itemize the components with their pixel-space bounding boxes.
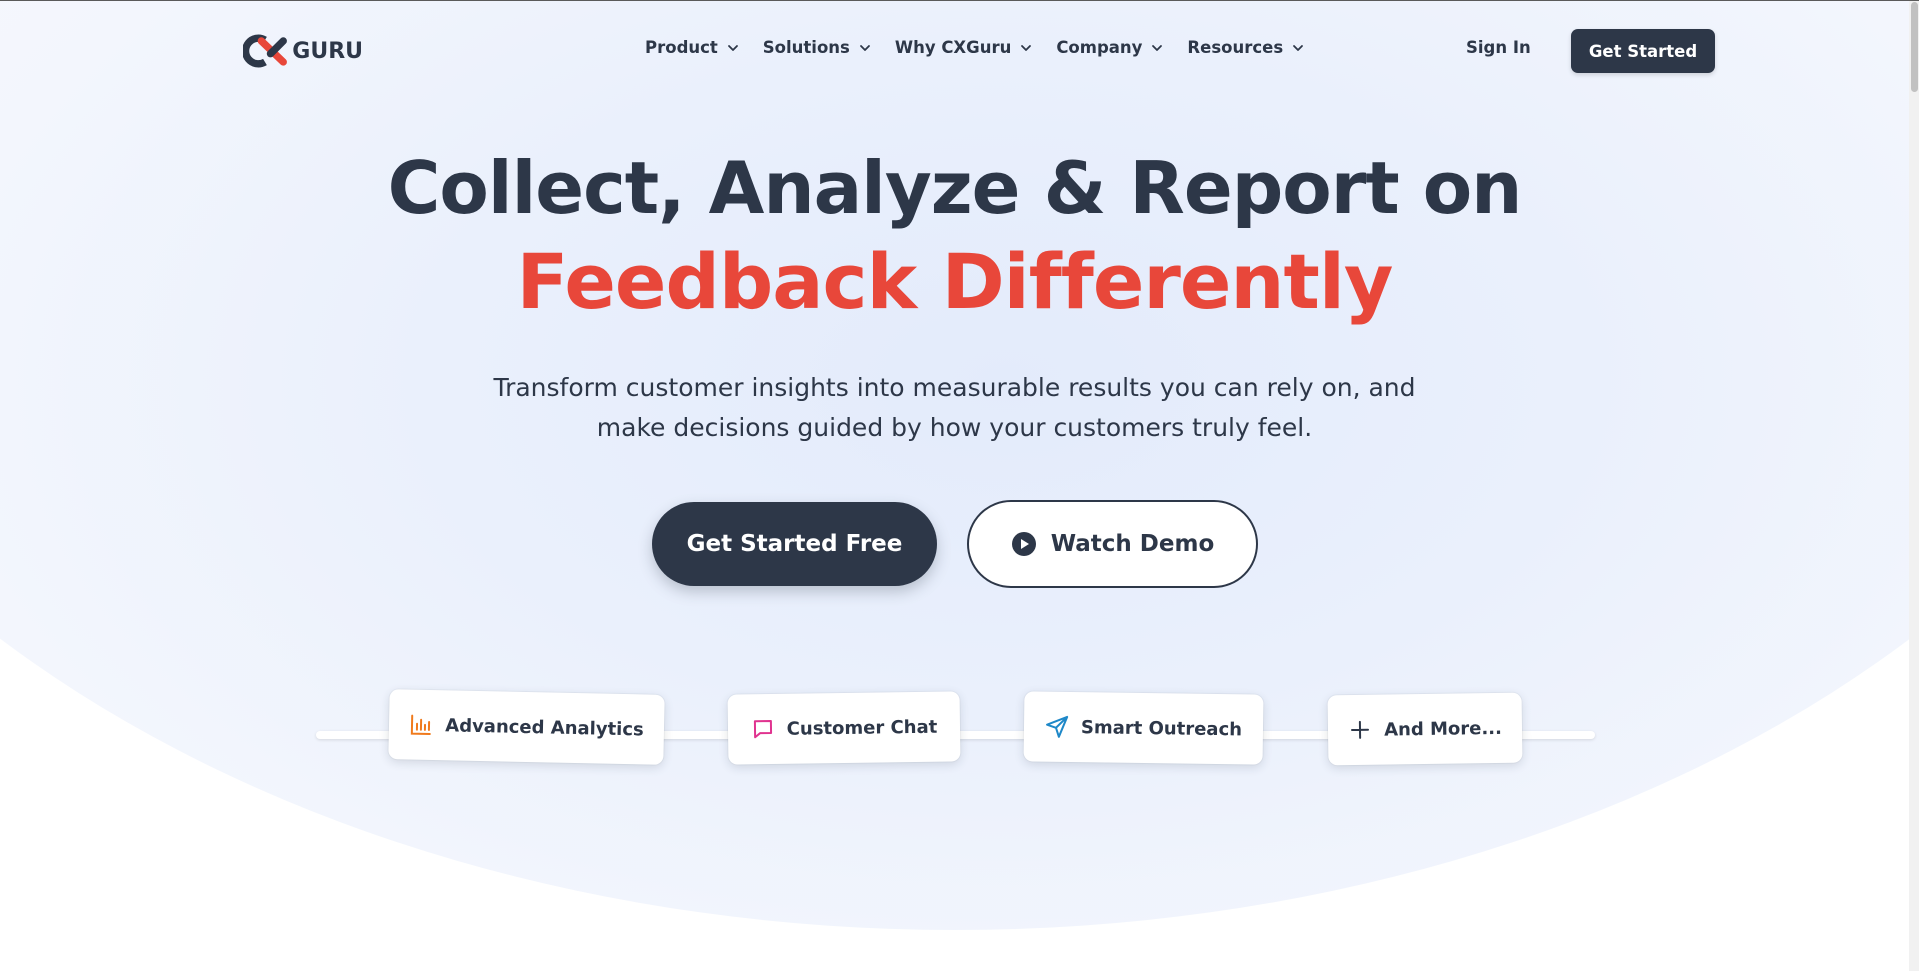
chevron-down-icon <box>859 44 870 51</box>
chevron-down-icon <box>1021 44 1032 51</box>
nav-item-label: Resources <box>1187 38 1284 57</box>
feature-chip-label: Smart Outreach <box>1080 716 1243 740</box>
nav-item-label: Why CXGuru <box>894 38 1012 57</box>
feature-chip-advanced-analytics[interactable]: Advanced Analytics <box>388 689 665 765</box>
play-icon <box>1011 532 1036 556</box>
cx-logo-mark-icon <box>243 34 287 68</box>
logo-text: GURU <box>292 38 363 64</box>
nav-item-label: Solutions <box>762 38 850 57</box>
chevron-down-icon <box>1293 44 1304 51</box>
watch-demo-button[interactable]: Watch Demo <box>967 500 1258 588</box>
nav-item-label: Company <box>1056 38 1143 57</box>
get-started-button[interactable]: Get Started <box>1571 29 1715 73</box>
feature-chip-label: And More... <box>1383 717 1503 741</box>
nav-item-label: Product <box>645 38 718 57</box>
feature-chip-smart-outreach[interactable]: Smart Outreach <box>1023 691 1264 765</box>
send-icon <box>1046 715 1069 738</box>
chat-bubble-icon <box>753 720 772 739</box>
plus-icon <box>1351 720 1370 739</box>
site-header: GURU Product Solutions Why CXGuru Compan… <box>0 0 1909 100</box>
feature-chip-and-more[interactable]: And More... <box>1327 692 1523 766</box>
nav-item-company[interactable]: Company <box>1056 38 1164 57</box>
scrollbar-thumb[interactable] <box>1911 2 1918 92</box>
vertical-scrollbar[interactable] <box>1909 0 1919 971</box>
nav-item-solutions[interactable]: Solutions <box>763 38 872 57</box>
chevron-down-icon <box>1152 44 1163 51</box>
window-top-border <box>0 0 1919 1</box>
cxguru-logo[interactable]: GURU <box>243 30 363 72</box>
chevron-down-icon <box>727 44 738 51</box>
watch-demo-label: Watch Demo <box>1050 531 1215 557</box>
bar-chart-icon <box>411 714 432 735</box>
hero-background <box>0 0 1909 930</box>
hero-title-line2: Feedback Differently <box>516 237 1394 326</box>
hero-subtitle-line2: make decisions guided by how your custom… <box>596 413 1313 442</box>
sign-in-link[interactable]: Sign In <box>1466 38 1531 57</box>
feature-chip-label: Customer Chat <box>786 716 938 740</box>
get-started-free-button[interactable]: Get Started Free <box>652 502 937 586</box>
nav-item-why-cxguru[interactable]: Why CXGuru <box>895 38 1033 57</box>
nav-item-resources[interactable]: Resources <box>1187 38 1305 57</box>
main-nav: Product Solutions Why CXGuru Company Res… <box>645 38 1328 57</box>
feature-chip-label: Advanced Analytics <box>445 714 644 740</box>
hero-subtitle-line1: Transform customer insights into measura… <box>493 373 1416 402</box>
hero-title-line1: Collect, Analyze & Report on <box>387 146 1523 230</box>
nav-item-product[interactable]: Product <box>645 38 740 57</box>
feature-chip-customer-chat[interactable]: Customer Chat <box>727 691 961 765</box>
page-viewport: GURU Product Solutions Why CXGuru Compan… <box>0 0 1909 971</box>
